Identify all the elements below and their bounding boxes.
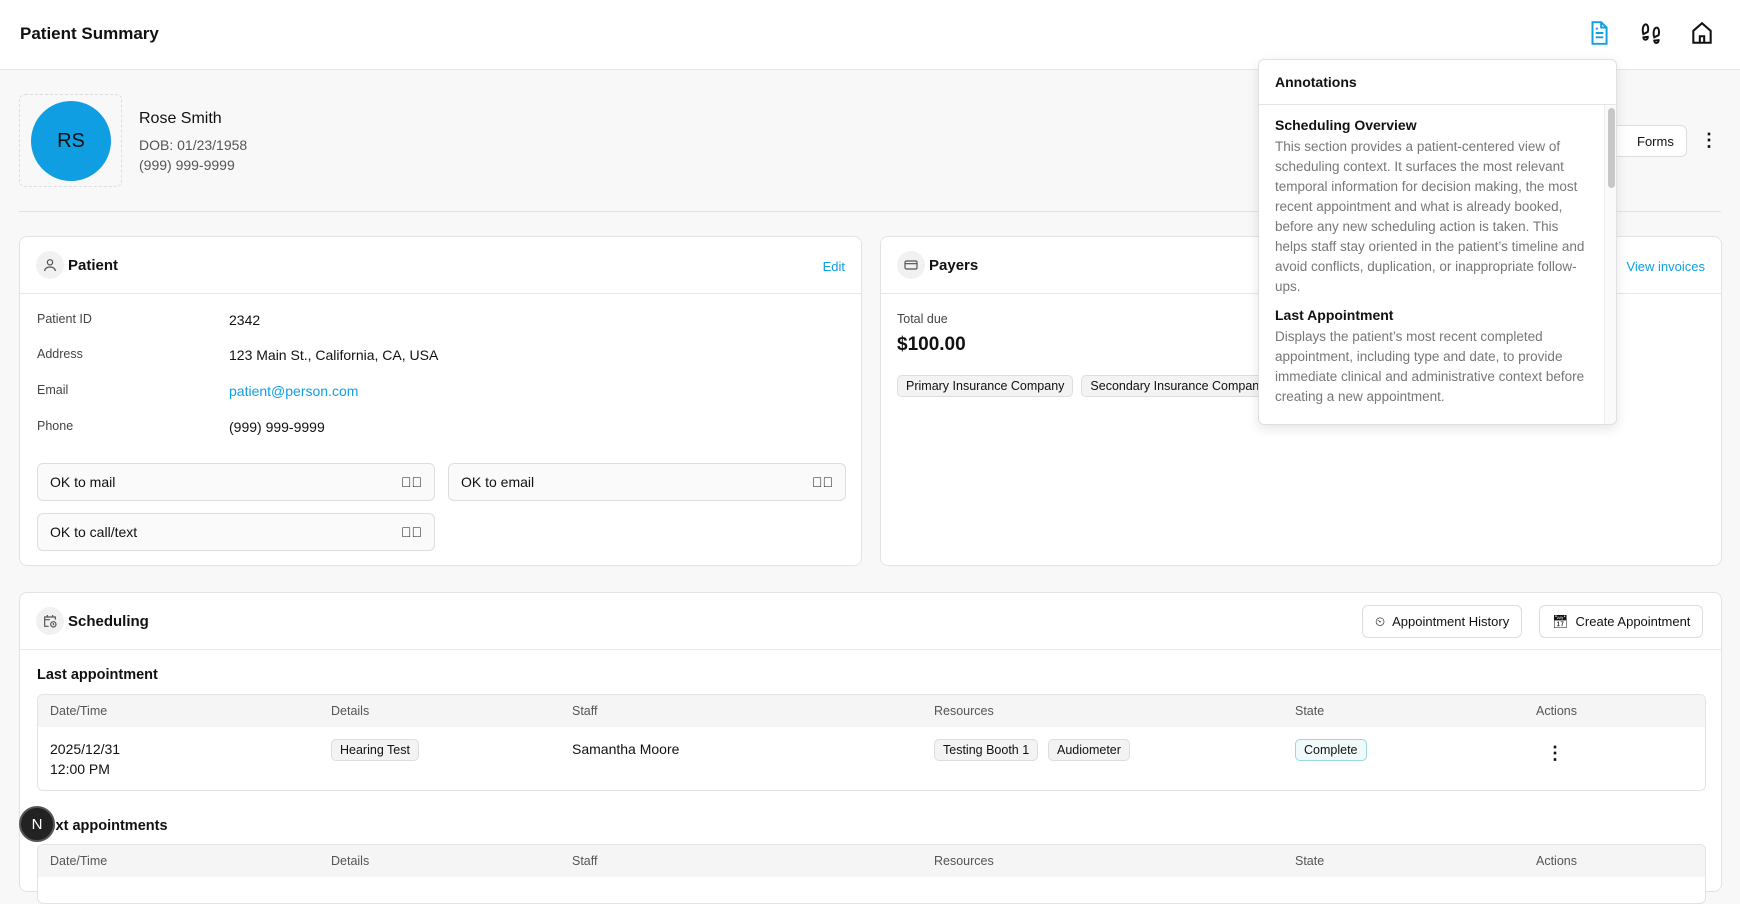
next-appointments-heading: Next appointments: [37, 818, 168, 834]
annotations-title: Annotations: [1259, 60, 1616, 105]
button-label: Create Appointment: [1575, 614, 1691, 629]
view-invoices-link[interactable]: View invoices: [1626, 259, 1705, 274]
column-header: Date/Time: [50, 704, 108, 718]
forms-label: Forms: [1637, 133, 1674, 149]
column-header: State: [1295, 854, 1325, 868]
resource-tag: Testing Booth 1: [934, 739, 1039, 761]
calendar-clock-icon: [36, 607, 64, 635]
avatar-frame: RS: [19, 94, 122, 187]
user-icon: [36, 251, 64, 279]
credit-card-icon: [897, 251, 925, 279]
payers-card-title: Payers: [929, 257, 979, 274]
more-menu-icon[interactable]: ⋮: [1700, 130, 1718, 151]
annotation-heading: Scheduling Overview: [1275, 117, 1417, 133]
calendar-plus-icon: 📅︎: [1552, 613, 1569, 629]
total-due-value: $100.00: [897, 334, 966, 355]
appointment-history-button[interactable]: ⏲ Appointment History: [1362, 605, 1523, 638]
column-header: State: [1295, 704, 1325, 718]
annotations-list: Scheduling Overview This section provide…: [1259, 105, 1604, 424]
column-header: Actions: [1536, 704, 1577, 718]
column-header: Details: [331, 854, 370, 868]
button-label: Appointment History: [1392, 614, 1510, 629]
home-icon[interactable]: [1689, 20, 1715, 46]
field-value: 123 Main St., California, CA, USA: [229, 347, 439, 363]
field-value: 2342: [229, 312, 261, 328]
field-label: Email: [37, 383, 69, 397]
check-circle-icon: ✓⃝: [812, 474, 833, 490]
appointment-date: 2025/12/31: [50, 741, 121, 757]
column-header: Resources: [934, 704, 994, 718]
edit-link[interactable]: Edit: [823, 259, 845, 274]
column-header: Actions: [1536, 854, 1577, 868]
column-header: Date/Time: [50, 854, 108, 868]
total-due-label: Total due: [897, 312, 948, 326]
table-header: Date/Time Details Staff Resources State …: [38, 695, 1705, 727]
patient-card-title: Patient: [68, 257, 119, 274]
insurer-tag: Primary Insurance Company: [897, 375, 1074, 397]
create-appointment-button[interactable]: 📅︎ Create Appointment: [1539, 605, 1704, 638]
next-appointments-table: Date/Time Details Staff Resources State …: [37, 844, 1706, 904]
patient-name: Rose Smith: [139, 110, 222, 127]
patient-phone: (999) 999-9999: [139, 157, 235, 173]
page-title: Patient Summary: [20, 24, 159, 43]
column-header: Staff: [572, 854, 598, 868]
email-link[interactable]: patient@person.com: [229, 383, 358, 399]
scheduling-card-title: Scheduling: [68, 613, 149, 630]
footprints-icon[interactable]: [1638, 20, 1664, 46]
appointment-time: 12:00 PM: [50, 761, 110, 777]
field-value: (999) 999-9999: [229, 419, 325, 435]
insurer-tag: Secondary Insurance Company: [1081, 375, 1275, 397]
consent-label: OK to mail: [50, 474, 116, 490]
patient-dob: DOB: 01/23/1958: [139, 137, 248, 153]
consent-call-text[interactable]: OK to call/text ✓⃝: [37, 513, 435, 551]
annotations-popover: Annotations Scheduling Overview This sec…: [1258, 59, 1617, 425]
check-circle-icon: ✓⃝: [401, 524, 422, 540]
scheduling-card: Scheduling ⏲ Appointment History 📅︎ Create…: [19, 592, 1722, 904]
consent-mail[interactable]: OK to mail ✓⃝: [37, 463, 435, 501]
last-appointment-heading: Last appointment: [37, 667, 158, 683]
consent-email[interactable]: OK to email ✓⃝: [448, 463, 846, 501]
column-header: Staff: [572, 704, 598, 718]
row-actions-icon[interactable]: ⋮: [1546, 743, 1564, 764]
field-label: Address: [37, 347, 83, 361]
check-circle-icon: ✓⃝: [401, 474, 422, 490]
consent-label: OK to call/text: [50, 524, 138, 540]
column-header: Details: [331, 704, 370, 718]
annotation-body: Displays the patient’s most recent compl…: [1275, 329, 1585, 404]
resource-tag: Audiometer: [1048, 739, 1130, 761]
last-appointment-table: Date/Time Details Staff Resources State …: [37, 694, 1706, 791]
avatar: RS: [31, 101, 111, 181]
table-header: Date/Time Details Staff Resources State …: [38, 845, 1705, 877]
calendar-clock-icon: ⏲: [1375, 613, 1386, 629]
table-row: 2025/12/31 12:00 PM Hearing Test Samanth…: [38, 727, 1705, 790]
staff-name: Samantha Moore: [572, 741, 680, 757]
dev-tools-badge[interactable]: N: [19, 806, 55, 842]
scrollbar-thumb[interactable]: [1608, 108, 1615, 188]
annotation-heading: Last Appointment: [1275, 307, 1394, 323]
details-tag: Hearing Test: [331, 739, 419, 761]
field-label: Phone: [37, 419, 74, 433]
state-badge: Complete: [1295, 739, 1367, 761]
consent-label: OK to email: [461, 474, 535, 490]
column-header: Resources: [934, 854, 994, 868]
field-label: Patient ID: [37, 312, 92, 326]
patient-card: Patient Edit Patient ID 2342 Address 123…: [19, 236, 862, 566]
annotations-scrollbar[interactable]: [1604, 105, 1616, 424]
annotation-body: This section provides a patient-centered…: [1275, 139, 1585, 294]
document-icon[interactable]: [1586, 20, 1612, 46]
